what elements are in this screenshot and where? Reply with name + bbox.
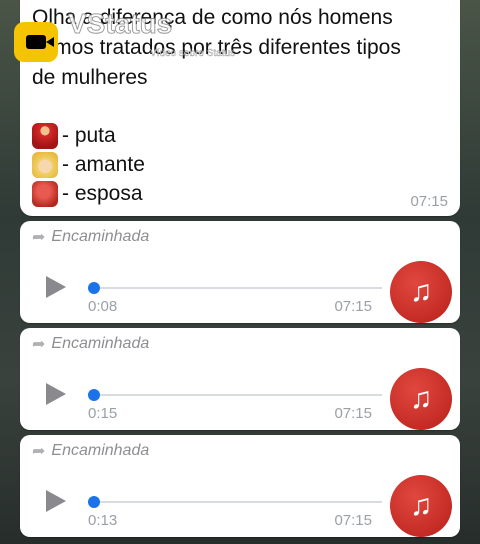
music-note-icon[interactable]: ♫: [390, 475, 452, 537]
audio-duration: 0:13: [88, 512, 118, 529]
message-line: de mulheres: [32, 66, 148, 89]
audio-scrubber-handle[interactable]: [88, 496, 100, 508]
audio-message-bubble[interactable]: ➦ Encaminhada 0:13 07:15 ♫: [20, 435, 460, 537]
list-item: - amante: [32, 151, 145, 179]
audio-scrubber-handle[interactable]: [88, 389, 100, 401]
audio-message-bubble[interactable]: ➦ Encaminhada 0:08 07:15 ♫: [20, 221, 460, 323]
forwarded-label: ➦ Encaminhada: [32, 441, 149, 461]
audio-duration: 0:15: [88, 405, 118, 422]
message-timestamp: 07:15: [334, 405, 372, 422]
forwarded-label: ➦ Encaminhada: [32, 227, 149, 247]
forwarded-text: Encaminhada: [51, 335, 150, 352]
blonde-woman-emoji-icon: [32, 152, 58, 178]
music-note-icon[interactable]: ♫: [390, 368, 452, 430]
play-icon[interactable]: [46, 490, 66, 512]
list-item: - esposa: [32, 180, 143, 208]
vstatus-logo-icon: [14, 22, 58, 62]
audio-progress-track[interactable]: [92, 394, 382, 396]
audio-progress-track[interactable]: [92, 501, 382, 503]
watermark-title: VStatus: [67, 8, 173, 40]
item-text: - esposa: [62, 182, 143, 205]
play-icon[interactable]: [46, 383, 66, 405]
message-timestamp: 07:15: [334, 298, 372, 315]
audio-scrubber-handle[interactable]: [88, 282, 100, 294]
music-note-icon[interactable]: ♫: [390, 261, 452, 323]
message-timestamp: 07:15: [410, 193, 448, 210]
forward-arrow-icon: ➦: [32, 229, 46, 246]
red-ghost-emoji-icon: [32, 181, 58, 207]
forwarded-text: Encaminhada: [51, 228, 150, 245]
message-timestamp: 07:15: [334, 512, 372, 529]
audio-progress-track[interactable]: [92, 287, 382, 289]
video-camera-icon: [26, 35, 54, 49]
watermark-subtitle: Vídeo sobre Status: [150, 48, 236, 59]
forwarded-label: ➦ Encaminhada: [32, 334, 149, 354]
audio-message-bubble[interactable]: ➦ Encaminhada 0:15 07:15 ♫: [20, 328, 460, 430]
item-text: - amante: [62, 153, 145, 176]
audio-duration: 0:08: [88, 298, 118, 315]
forward-arrow-icon: ➦: [32, 336, 46, 353]
play-icon[interactable]: [46, 276, 66, 298]
item-text: - puta: [62, 124, 116, 147]
forwarded-text: Encaminhada: [51, 442, 150, 459]
dancer-emoji-icon: [32, 123, 58, 149]
list-item: - puta: [32, 122, 116, 150]
forward-arrow-icon: ➦: [32, 443, 46, 460]
